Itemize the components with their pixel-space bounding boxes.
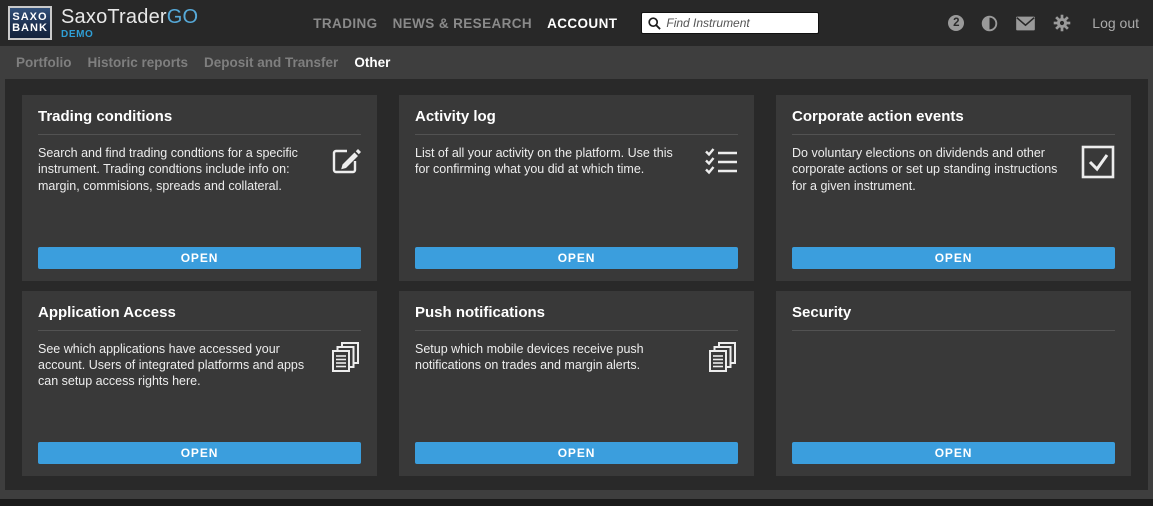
card-activity-log: Activity log List of all your activity o… — [399, 95, 754, 281]
account-tabs: Portfolio Historic reports Deposit and T… — [0, 46, 1153, 79]
top-navigation: TRADING NEWS & RESEARCH ACCOUNT — [313, 16, 617, 31]
card-description: List of all your activity on the platfor… — [415, 145, 698, 247]
open-button[interactable]: OPEN — [792, 247, 1115, 269]
topbar-actions: 2 Log out — [948, 14, 1139, 32]
card-security: Security OPEN — [776, 291, 1131, 477]
top-bar: SAXO BANK SaxoTraderGO DEMO TRADING NEWS… — [0, 0, 1153, 46]
open-button[interactable]: OPEN — [415, 442, 738, 464]
product-suffix: GO — [167, 6, 199, 28]
search-input[interactable] — [666, 16, 812, 30]
pages-icon — [698, 341, 738, 443]
tab-historic-reports[interactable]: Historic reports — [88, 55, 189, 70]
logo-line2: BANK — [12, 23, 48, 34]
tab-deposit-and-transfer[interactable]: Deposit and Transfer — [204, 55, 338, 70]
nav-item-trading[interactable]: TRADING — [313, 16, 377, 31]
pages-icon — [321, 341, 361, 443]
card-title: Corporate action events — [792, 108, 1115, 135]
open-button[interactable]: OPEN — [38, 442, 361, 464]
instrument-search[interactable] — [641, 12, 819, 34]
mail-icon[interactable] — [1015, 16, 1036, 31]
card-title: Trading conditions — [38, 108, 361, 135]
compose-icon — [321, 145, 361, 247]
card-title: Application Access — [38, 304, 361, 331]
nav-item-news-research[interactable]: NEWS & RESEARCH — [393, 16, 533, 31]
other-panel: Trading conditions Search and find tradi… — [5, 79, 1148, 490]
nav-item-account[interactable]: ACCOUNT — [547, 16, 617, 31]
card-description: Setup which mobile devices receive push … — [415, 341, 698, 443]
card-row-bottom: Application Access See which application… — [22, 291, 1131, 477]
card-push-notifications: Push notifications Setup which mobile de… — [399, 291, 754, 477]
open-button[interactable]: OPEN — [792, 442, 1115, 464]
tab-portfolio[interactable]: Portfolio — [16, 55, 72, 70]
card-description: See which applications have accessed you… — [38, 341, 321, 443]
card-corporate-action-events: Corporate action events Do voluntary ele… — [776, 95, 1131, 281]
tab-other[interactable]: Other — [354, 55, 390, 70]
open-button[interactable]: OPEN — [415, 247, 738, 269]
card-application-access: Application Access See which application… — [22, 291, 377, 477]
card-title: Activity log — [415, 108, 738, 135]
search-icon — [648, 17, 661, 30]
card-row-top: Trading conditions Search and find tradi… — [22, 95, 1131, 281]
contrast-icon[interactable] — [981, 15, 998, 32]
logout-button[interactable]: Log out — [1092, 15, 1139, 31]
card-description: Do voluntary elections on dividends and … — [792, 145, 1075, 247]
gear-icon[interactable] — [1053, 14, 1071, 32]
product-name: SaxoTraderGO — [61, 7, 198, 27]
window-bottom-edge — [0, 499, 1153, 506]
demo-badge: DEMO — [61, 30, 198, 40]
open-button[interactable]: OPEN — [38, 247, 361, 269]
product-brand: SaxoTraderGO DEMO — [61, 7, 198, 40]
card-title: Security — [792, 304, 1115, 331]
checkbox-checked-icon — [1075, 145, 1115, 247]
card-description: Search and find trading condtions for a … — [38, 145, 321, 247]
card-description — [792, 341, 1115, 443]
checklist-icon — [698, 145, 738, 247]
saxo-bank-logo[interactable]: SAXO BANK — [8, 6, 52, 40]
card-trading-conditions: Trading conditions Search and find tradi… — [22, 95, 377, 281]
card-title: Push notifications — [415, 304, 738, 331]
notifications-badge-icon[interactable]: 2 — [948, 15, 964, 31]
